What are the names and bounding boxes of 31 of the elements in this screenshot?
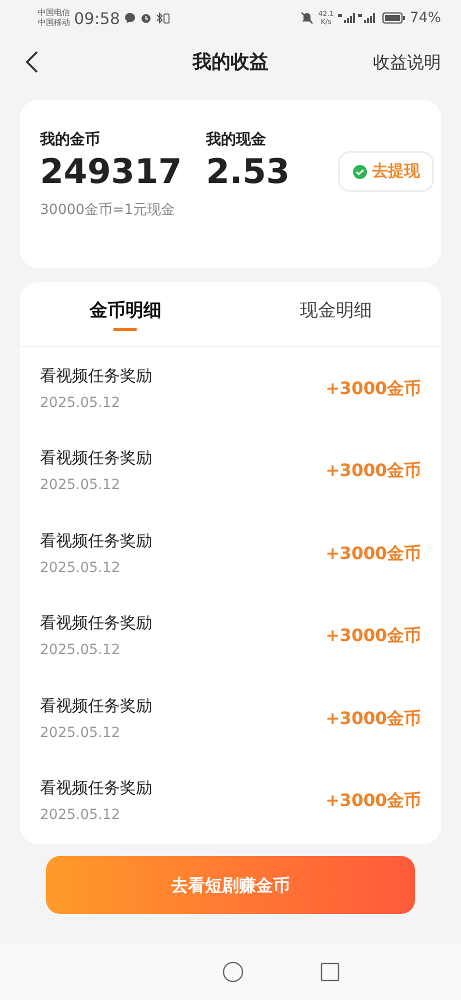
record-amount: +3000金币 [325, 542, 421, 565]
record-amount: +3000金币 [325, 708, 421, 730]
earnings-info-link[interactable]: 收益说明 [373, 50, 441, 74]
coins-label: 我的金币 [40, 130, 101, 149]
exchange-rate: 30000金币=1元现金 [40, 201, 176, 219]
clock-time: 09:58 [74, 8, 120, 28]
record-amount: +3000金币 [325, 378, 421, 400]
record-date: 2025.05.12 [40, 560, 122, 576]
record-date: 2025.05.12 [40, 477, 122, 494]
record-title: 看视频任务奖励 [40, 778, 153, 800]
record-date: 2025.05.12 [40, 642, 122, 658]
record-date: 2025.05.12 [40, 394, 122, 411]
record-date: 2025.05.12 [40, 807, 122, 824]
record-title: 看视频任务奖励 [40, 448, 153, 470]
record-amount: +3000金币 [325, 790, 421, 812]
record-title: 看视频任务奖励 [40, 696, 153, 717]
tab[interactable]: 金币明细 [20, 282, 230, 346]
battery-percent: 74% [410, 10, 441, 26]
coins-amount: 249317 [40, 151, 182, 194]
tab[interactable]: 现金明细 [230, 282, 441, 346]
cash-label: 我的现金 [206, 130, 267, 149]
record-amount: +3000金币 [325, 460, 421, 482]
record-amount: +3000金币 [325, 625, 421, 648]
record-title: 看视频任务奖励 [40, 530, 153, 552]
cash-amount: 2.53 [206, 151, 290, 194]
record-title: 看视频任务奖励 [40, 613, 153, 634]
record-title: 看视频任务奖励 [40, 366, 153, 387]
carrier-name: 中国电信 [38, 8, 70, 18]
page-title: 我的收益 [191, 50, 270, 75]
carrier-name: 中国移动 [38, 18, 70, 28]
record-date: 2025.05.12 [40, 724, 122, 741]
